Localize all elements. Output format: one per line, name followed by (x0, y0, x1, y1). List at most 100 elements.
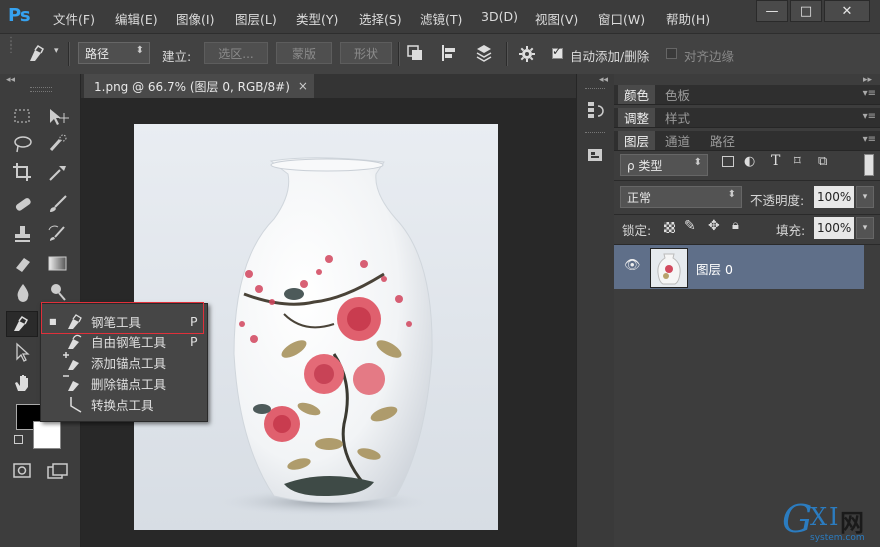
shape-filter-icon[interactable]: ⌑ (794, 154, 801, 169)
lock-label: 锁定: (622, 223, 652, 238)
path-operations-icon[interactable] (406, 44, 424, 62)
layer-filter-value: ρ 类型 (627, 158, 663, 173)
blur-tool-icon[interactable] (12, 282, 34, 302)
eraser-tool-icon[interactable] (12, 254, 34, 274)
pen-tool-button[interactable] (6, 311, 38, 337)
tab-swatches[interactable]: 色板 (659, 85, 696, 104)
layer-filter-select[interactable]: ρ 类型 ⬍ (620, 154, 708, 176)
flyout-item-convert-point[interactable]: 转换点工具 (41, 394, 207, 414)
crop-tool-icon[interactable] (12, 162, 34, 182)
menu-window[interactable]: 窗口(W) (598, 9, 645, 28)
collapse-icon[interactable]: ◂◂ (6, 75, 15, 85)
fill-dropdown-icon[interactable]: ▾ (856, 217, 874, 239)
select-arrows-icon: ⬍ (135, 45, 144, 56)
panel-menu-icon[interactable]: ▾≡ (863, 88, 876, 99)
flyout-item-delete-anchor[interactable]: 删除锚点工具 (41, 373, 207, 393)
tab-layers[interactable]: 图层 (618, 131, 656, 150)
menu-help[interactable]: 帮助(H) (666, 9, 710, 28)
path-selection-tool-icon[interactable] (12, 341, 34, 363)
lock-all-icon[interactable]: 🔒︎ (732, 218, 739, 233)
default-colors-icon[interactable] (14, 435, 23, 444)
gradient-tool-icon[interactable] (46, 254, 70, 274)
tab-color[interactable]: 颜色 (618, 85, 656, 104)
color-panel-tabs: 颜色 色板 ▾≡ (614, 85, 880, 105)
window-controls: — □ ✕ (756, 0, 870, 22)
align-edges-checkbox[interactable] (666, 48, 677, 59)
lasso-tool-icon[interactable] (12, 134, 34, 154)
healing-brush-tool-icon[interactable] (12, 194, 34, 214)
smart-object-filter-icon[interactable]: ⧉ (818, 154, 827, 169)
flyout-item-label: 转换点工具 (91, 397, 154, 413)
blend-mode-select[interactable]: 正常 ⬍ (620, 186, 742, 208)
menu-3d[interactable]: 3D(D) (481, 9, 518, 24)
eyedropper-tool-icon[interactable] (46, 162, 70, 182)
adjustment-filter-icon[interactable]: ◐ (744, 154, 755, 169)
make-shape-button[interactable]: 形状 (340, 42, 392, 64)
hand-tool-icon[interactable] (12, 372, 34, 394)
collapse-icon[interactable]: ◂◂ (599, 75, 608, 85)
make-mask-button[interactable]: 蒙版 (276, 42, 332, 64)
menu-layer[interactable]: 图层(L) (235, 9, 277, 28)
watermark-letter-i: I (829, 503, 839, 531)
mode-select[interactable]: 路径 ⬍ (78, 42, 150, 64)
flyout-item-freeform-pen[interactable]: 自由钢笔工具 P (41, 331, 207, 351)
maximize-button[interactable]: □ (790, 0, 822, 22)
quick-mask-icon[interactable] (12, 462, 34, 480)
layer-row[interactable]: 👁︎ 图层 0 (614, 245, 864, 289)
minimize-button[interactable]: — (756, 0, 788, 22)
convert-point-icon (70, 397, 82, 413)
lock-transparent-icon[interactable] (664, 222, 675, 233)
pen-tool-preset-icon[interactable] (26, 44, 48, 64)
lock-pixels-icon[interactable]: ✎ (684, 218, 696, 234)
layer-name[interactable]: 图层 0 (696, 259, 733, 278)
path-arrangement-icon[interactable] (474, 43, 494, 63)
properties-panel-icon[interactable] (586, 146, 606, 166)
menu-edit[interactable]: 编辑(E) (115, 9, 158, 28)
history-brush-tool-icon[interactable] (46, 224, 70, 244)
eye-visibility-icon[interactable]: 👁︎ (624, 258, 641, 273)
quick-selection-tool-icon[interactable] (46, 134, 70, 154)
menu-file[interactable]: 文件(F) (53, 9, 95, 28)
divider (68, 42, 70, 66)
collapse-icon[interactable]: ▸▸ (863, 75, 872, 85)
tab-adjustments[interactable]: 调整 (618, 108, 656, 127)
document-tab[interactable]: 1.png @ 66.7% (图层 0, RGB/8#) × (84, 74, 314, 98)
menu-type[interactable]: 类型(Y) (296, 9, 338, 28)
menu-image[interactable]: 图像(I) (176, 9, 214, 28)
tab-paths[interactable]: 路径 (704, 131, 741, 150)
marquee-tool-icon[interactable] (12, 107, 34, 127)
menu-select[interactable]: 选择(S) (359, 9, 402, 28)
pixel-filter-icon[interactable] (722, 156, 734, 167)
tab-close-icon[interactable]: × (298, 79, 308, 93)
fill-input[interactable]: 100% (814, 217, 854, 239)
menu-view[interactable]: 视图(V) (535, 9, 578, 28)
tab-styles[interactable]: 样式 (659, 108, 696, 127)
options-bar: ⋮ ⋮ ⋮ ▾ 路径 ⬍ 建立: 选区... 蒙版 形状 ✓ 自动添加/删除 对齐边… (0, 33, 880, 75)
opacity-input[interactable]: 100% (814, 186, 854, 208)
brush-tool-icon[interactable] (46, 194, 70, 214)
opacity-dropdown-icon[interactable]: ▾ (856, 186, 874, 208)
gear-icon[interactable] (518, 45, 536, 63)
move-tool-icon[interactable] (46, 107, 70, 127)
flyout-item-add-anchor[interactable]: 添加锚点工具 (41, 352, 207, 372)
chevron-down-icon[interactable]: ▾ (54, 46, 59, 56)
clone-stamp-tool-icon[interactable] (12, 224, 34, 244)
background-color-swatch[interactable] (33, 421, 61, 449)
make-selection-button[interactable]: 选区... (204, 42, 268, 64)
history-panel-icon[interactable] (586, 100, 606, 122)
close-button[interactable]: ✕ (824, 0, 870, 22)
menu-filter[interactable]: 滤镜(T) (420, 9, 462, 28)
lock-position-icon[interactable]: ✥ (708, 218, 720, 234)
type-filter-icon[interactable]: T (771, 153, 780, 169)
filter-toggle[interactable] (864, 154, 874, 176)
divider (398, 42, 400, 66)
panel-menu-icon[interactable]: ▾≡ (863, 111, 876, 122)
checkmark-icon: ✓ (552, 44, 563, 58)
path-alignment-icon[interactable] (440, 44, 458, 62)
screen-mode-icon[interactable] (46, 462, 70, 480)
panel-menu-icon[interactable]: ▾≡ (863, 134, 876, 145)
document-tab-title: 1.png @ 66.7% (图层 0, RGB/8#) (94, 79, 290, 94)
tab-channels[interactable]: 通道 (659, 131, 696, 150)
dodge-tool-icon[interactable] (46, 282, 70, 302)
grip-icon: ⋮ ⋮ ⋮ (6, 36, 16, 55)
